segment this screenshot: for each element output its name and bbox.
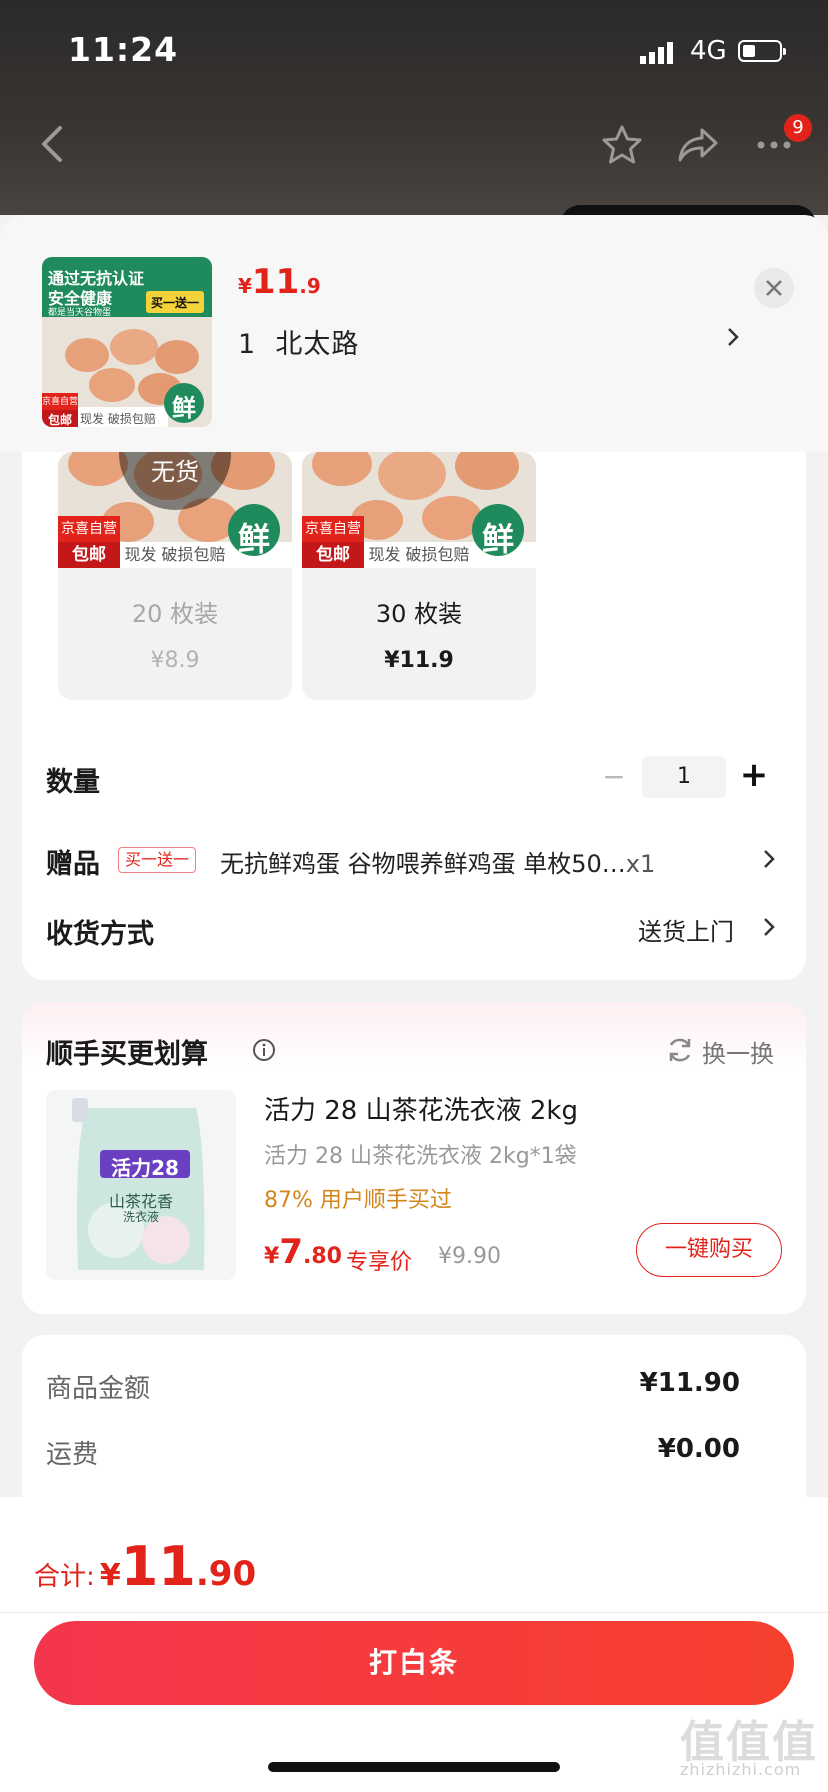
delivery-value[interactable]: 送货上门 <box>638 912 734 947</box>
quantity-plus-button[interactable]: + <box>738 752 770 798</box>
battery-icon <box>738 40 786 62</box>
gift-row[interactable]: 无抗鲜鸡蛋 谷物喂养鲜鸡蛋 单枚50…x1 <box>220 844 655 879</box>
share-icon[interactable] <box>676 126 720 164</box>
addon-product-subtitle: 活力 28 山茶花洗衣液 2kg*1袋 <box>264 1144 577 1169</box>
refresh-button[interactable]: 换一换 <box>702 1034 774 1069</box>
sku-price: ¥11.9 <box>384 648 454 673</box>
selected-price: ¥11.9 <box>238 262 321 302</box>
addon-product-image[interactable]: 活力28 山茶花香 洗衣液 <box>46 1090 236 1280</box>
thumb-fresh: 鲜 <box>172 394 196 422</box>
addon-image-line2: 洗衣液 <box>122 1210 159 1224</box>
sku-option-20[interactable]: 京喜自营 包邮 现发 破损包赔 鲜 无货 20 枚装 ¥8.9 <box>58 452 292 700</box>
quantity-label: 数量 <box>46 767 100 798</box>
gift-text: 无抗鲜鸡蛋 谷物喂养鲜鸡蛋 单枚50… <box>220 850 626 878</box>
sku-image-footer: 现发 破损包赔 <box>368 545 470 564</box>
sku-price: ¥8.9 <box>150 648 200 673</box>
pay-button[interactable]: 打白条 <box>34 1621 794 1705</box>
addon-title: 顺手买更划算 <box>46 1039 208 1070</box>
addon-price-label: 专享价 <box>346 1250 413 1275</box>
self-run-label: 京喜自营 <box>61 521 117 537</box>
total-amount: 合计: ¥11.90 <box>34 1535 257 1598</box>
home-indicator <box>268 1762 560 1772</box>
shipping-value: ¥0.00 <box>657 1434 740 1464</box>
goods-amount-label: 商品金额 <box>46 1374 151 1404</box>
addon-price: ¥7.80 <box>264 1232 342 1272</box>
info-icon[interactable] <box>252 1038 276 1062</box>
sku-name: 30 枚装 <box>375 600 463 628</box>
address-chevron-icon <box>728 328 739 346</box>
gift-count: x1 <box>625 850 656 878</box>
back-icon[interactable] <box>38 124 66 164</box>
thumb-free-ship: 包邮 <box>47 413 72 427</box>
thumb-footer: 现发 破损包赔 <box>80 412 156 426</box>
quantity-minus-button[interactable]: − <box>600 756 628 798</box>
network-label: 4G <box>690 36 727 66</box>
refresh-icon[interactable] <box>666 1036 694 1064</box>
one-click-buy-button[interactable]: 一键购买 <box>636 1223 782 1277</box>
address-row[interactable]: 1 北太路 <box>238 322 359 361</box>
addon-percent-text: 87% 用户顺手买过 <box>264 1188 452 1213</box>
delivery-label: 收货方式 <box>46 919 154 950</box>
shipping-label: 运费 <box>46 1440 99 1470</box>
addon-original-price: ¥9.90 <box>438 1244 501 1269</box>
addon-product-title[interactable]: 活力 28 山茶花洗衣液 2kg <box>264 1090 578 1127</box>
self-run-label: 京喜自营 <box>305 521 361 537</box>
goods-amount-value: ¥11.90 <box>639 1368 740 1398</box>
status-time: 11:24 <box>68 30 179 69</box>
free-ship-label: 包邮 <box>72 545 106 565</box>
close-button[interactable] <box>754 268 794 308</box>
more-icon[interactable] <box>756 140 792 150</box>
fresh-label: 鲜 <box>237 520 270 558</box>
product-thumbnail: 通过无抗认证 安全健康 都是当天谷物蛋 买一送一 京喜自营 包邮 现发 破损包赔… <box>42 257 212 427</box>
signal-icon <box>640 42 673 64</box>
sku-option-30[interactable]: 京喜自营 包邮 现发 破损包赔 鲜 30 枚装 ¥11.9 <box>302 452 536 700</box>
star-icon[interactable] <box>600 124 644 166</box>
gift-label: 赠品 <box>46 849 100 880</box>
free-ship-label: 包邮 <box>316 545 350 565</box>
sold-out-label: 无货 <box>151 458 199 486</box>
addon-image-brand: 活力28 <box>111 1156 179 1180</box>
sku-image-footer: 现发 破损包赔 <box>124 545 226 564</box>
thumb-self-run: 京喜自营 <box>42 397 79 407</box>
address-prefix: 1 <box>238 329 257 360</box>
gift-tag: 买一送一 <box>118 847 197 873</box>
total-label: 合计: <box>34 1562 95 1592</box>
close-icon <box>766 280 782 296</box>
sku-name: 20 枚装 <box>131 600 219 628</box>
thumb-line3: 都是当天谷物蛋 <box>48 308 112 318</box>
fresh-label: 鲜 <box>481 520 514 558</box>
delivery-chevron-icon <box>764 918 775 936</box>
divider <box>0 1612 828 1613</box>
address-text: 北太路 <box>275 329 360 360</box>
watermark-url: zhizhizhi.com <box>680 1760 802 1779</box>
gift-chevron-icon <box>764 850 775 868</box>
cart-count-badge: 9 <box>784 114 812 142</box>
quantity-input[interactable]: 1 <box>642 756 726 798</box>
thumb-tag: 买一送一 <box>150 296 199 310</box>
